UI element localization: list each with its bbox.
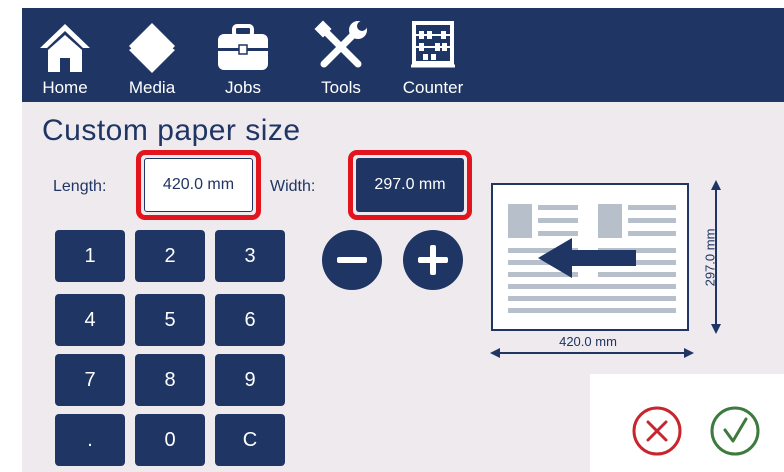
keypad-key-2[interactable]: 2 (135, 230, 205, 282)
keypad-key-4[interactable]: 4 (55, 294, 125, 346)
keypad-key-7[interactable]: 7 (55, 354, 125, 406)
confirm-icon (710, 406, 760, 456)
plus-icon (418, 245, 448, 275)
nav-tools-label: Tools (321, 78, 361, 97)
keypad-key-0[interactable]: 0 (135, 414, 205, 466)
abacus-icon (411, 21, 455, 68)
nav-tools[interactable]: Tools (306, 8, 376, 102)
home-icon (40, 24, 90, 72)
media-icon (129, 23, 175, 73)
nav-home[interactable]: Home (30, 8, 100, 102)
keypad-key-6[interactable]: 6 (215, 294, 285, 346)
briefcase-icon (218, 24, 268, 70)
confirm-button[interactable] (708, 404, 762, 458)
nav-media-label: Media (128, 78, 176, 97)
nav-jobs-label: Jobs (225, 78, 261, 97)
length-field[interactable]: 420.0 mm (136, 150, 261, 220)
keypad-key-clear[interactable]: C (215, 414, 285, 466)
increase-button[interactable] (403, 230, 463, 290)
nav-home-label: Home (42, 78, 88, 97)
keypad-key-3[interactable]: 3 (215, 230, 285, 282)
cancel-icon (632, 406, 682, 456)
cancel-button[interactable] (630, 404, 684, 458)
width-value: 297.0 mm (356, 158, 464, 212)
width-field[interactable]: 297.0 mm (348, 150, 472, 220)
top-nav-bar: Home Media Jobs Tools Counter (22, 8, 784, 102)
keypad-key-8[interactable]: 8 (135, 354, 205, 406)
diagram-height-label: 297.0 mm (702, 228, 718, 287)
nav-media[interactable]: Media (112, 8, 192, 102)
nav-jobs[interactable]: Jobs (208, 8, 278, 102)
keypad-key-5[interactable]: 5 (135, 294, 205, 346)
keypad-key-1[interactable]: 1 (55, 230, 125, 282)
minus-icon (337, 257, 367, 263)
nav-counter[interactable]: Counter (388, 8, 478, 102)
length-value: 420.0 mm (144, 158, 253, 212)
diagram-width-label: 420.0 mm (559, 334, 617, 349)
length-label: Length: (53, 178, 107, 195)
keypad-key-decimal[interactable]: . (55, 414, 125, 466)
tools-icon (314, 20, 367, 68)
nav-counter-label: Counter (402, 78, 464, 97)
keypad-key-9[interactable]: 9 (215, 354, 285, 406)
decrease-button[interactable] (322, 230, 382, 290)
page-title: Custom paper size (42, 114, 301, 147)
width-label: Width: (270, 178, 316, 195)
